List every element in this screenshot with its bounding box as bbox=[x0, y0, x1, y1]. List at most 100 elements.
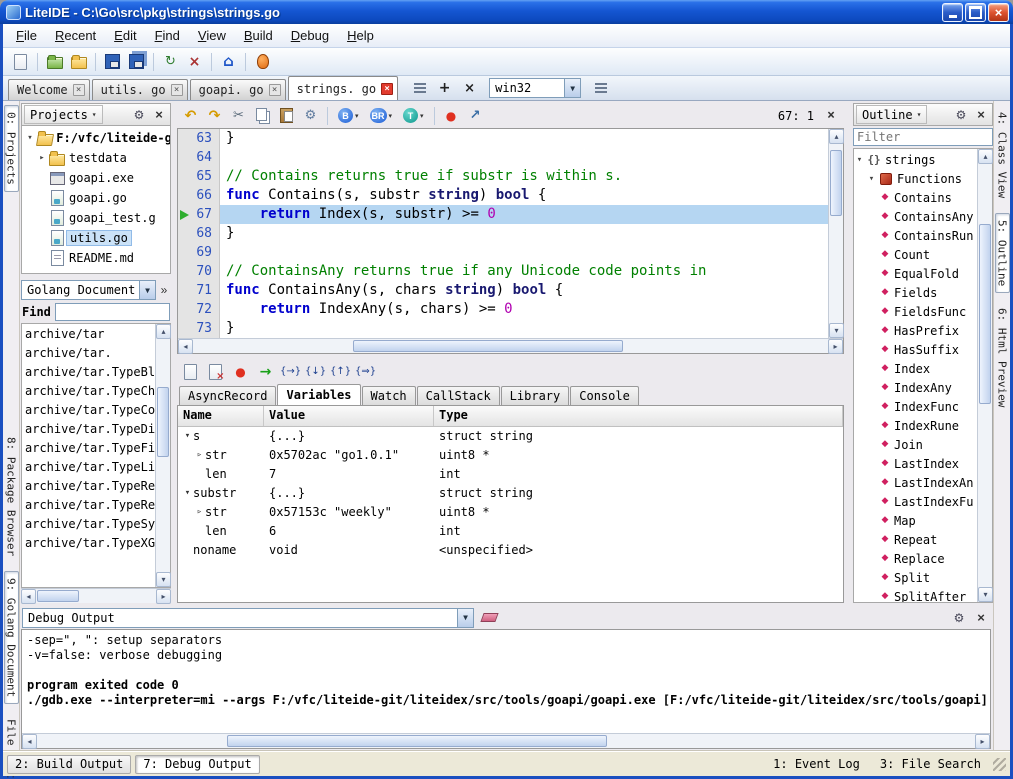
code-editor[interactable]: 63}6465// Contains returns true if subst… bbox=[177, 128, 844, 354]
outline-func-index[interactable]: ◆Index bbox=[854, 359, 977, 378]
doc-list-item[interactable]: archive/tar.TypeBlo bbox=[22, 363, 155, 382]
tab-close-icon[interactable]: × bbox=[171, 84, 183, 96]
tree-item-testdata[interactable]: ▸testdata bbox=[22, 148, 170, 168]
code-line-69[interactable]: 69 bbox=[178, 243, 828, 262]
save-file-button[interactable] bbox=[101, 50, 124, 73]
scrollbar-thumb[interactable] bbox=[353, 340, 623, 352]
outline-func-join[interactable]: ◆Join bbox=[854, 435, 977, 454]
cut-button[interactable]: ✂ bbox=[227, 104, 250, 127]
tree-item-f-vfc-liteide-g[interactable]: ▾F:/vfc/liteide-g bbox=[22, 128, 170, 148]
code-line-71[interactable]: 71func ContainsAny(s, chars string) bool… bbox=[178, 281, 828, 300]
side-tab-0-projects[interactable]: 0: Projects bbox=[4, 105, 19, 192]
outline-func-hasprefix[interactable]: ◆HasPrefix bbox=[854, 321, 977, 340]
doc-list-item[interactable]: archive/tar.TypeXG bbox=[22, 534, 155, 553]
gear-blue-button[interactable]: ⚙ bbox=[299, 104, 322, 127]
combo-arrow-icon[interactable]: ▼ bbox=[564, 79, 580, 97]
tree-expander-icon[interactable]: ▾ bbox=[854, 155, 865, 165]
scroll-down-icon[interactable]: ▾ bbox=[156, 572, 171, 587]
editor-vertical-scrollbar[interactable]: ▴ ▾ bbox=[828, 129, 843, 338]
tab-close-icon[interactable]: × bbox=[381, 83, 393, 95]
debug-tab-console[interactable]: Console bbox=[570, 386, 639, 405]
env-button[interactable] bbox=[589, 77, 612, 100]
variable-row[interactable]: len6int bbox=[178, 522, 843, 541]
maximize-button[interactable] bbox=[965, 3, 986, 22]
tree-expander-icon[interactable]: ▾ bbox=[24, 133, 36, 143]
outline-func-lastindexan[interactable]: ◆LastIndexAn bbox=[854, 473, 977, 492]
outline-func-containsany[interactable]: ◆ContainsAny bbox=[854, 207, 977, 226]
doc-list-item[interactable]: archive/tar.TypeLin bbox=[22, 458, 155, 477]
tree-item-readme-md[interactable]: README.md bbox=[22, 248, 170, 268]
outline-close-icon[interactable] bbox=[972, 106, 990, 124]
step-over-button[interactable]: {→} bbox=[279, 361, 302, 384]
code-area[interactable]: 63}6465// Contains returns true if subst… bbox=[178, 129, 828, 338]
outline-vertical-scrollbar[interactable]: ▴ ▾ bbox=[977, 149, 992, 602]
combo-arrow-icon[interactable]: ▼ bbox=[139, 281, 155, 299]
tree-expander-icon[interactable]: ▹ bbox=[194, 503, 205, 522]
debug-tab-library[interactable]: Library bbox=[501, 386, 570, 405]
file-list-button[interactable] bbox=[408, 77, 431, 100]
doc-list-item[interactable]: archive/tar.TypeFifo bbox=[22, 439, 155, 458]
scroll-down-icon[interactable]: ▾ bbox=[829, 323, 844, 338]
tree-expander-icon[interactable]: ▾ bbox=[182, 427, 193, 446]
paste-button[interactable] bbox=[275, 104, 298, 127]
close-tab-bar-button[interactable]: × bbox=[458, 77, 481, 100]
side-tab-8-package-browser[interactable]: 8: Package Browser bbox=[4, 430, 19, 563]
output-panel-selector[interactable]: Debug Output ▼ bbox=[22, 608, 474, 628]
overflow-chevron-icon[interactable]: » bbox=[158, 283, 170, 297]
doc-find-input[interactable] bbox=[55, 303, 170, 321]
outline-filter-input[interactable] bbox=[853, 128, 993, 146]
side-tab-4-class-view[interactable]: 4: Class View bbox=[995, 105, 1010, 205]
outline-func-lastindexfu[interactable]: ◆LastIndexFu bbox=[854, 492, 977, 511]
menu-edit[interactable]: Edit bbox=[105, 25, 145, 46]
clear-output-button[interactable] bbox=[478, 606, 501, 629]
run-to-button[interactable]: {⇒} bbox=[354, 361, 377, 384]
variable-row[interactable]: ▾s{...}struct string bbox=[178, 427, 843, 446]
tree-expander-icon[interactable]: ▸ bbox=[36, 153, 48, 163]
continue-button[interactable]: → bbox=[254, 361, 277, 384]
tree-expander-icon[interactable]: ▹ bbox=[194, 446, 205, 465]
doc-list-item[interactable]: archive/tar.TypeReg bbox=[22, 496, 155, 515]
close-file-button[interactable]: × bbox=[183, 50, 206, 73]
scroll-left-icon[interactable]: ◂ bbox=[21, 589, 36, 604]
remove-watch-button[interactable] bbox=[204, 361, 227, 384]
variable-row[interactable]: ▹str0x5702ac "go1.0.1"uint8 * bbox=[178, 446, 843, 465]
new-file-button[interactable] bbox=[9, 50, 32, 73]
scroll-right-icon[interactable]: ▸ bbox=[828, 339, 843, 354]
menu-find[interactable]: Find bbox=[146, 25, 189, 46]
outline-func-hassuffix[interactable]: ◆HasSuffix bbox=[854, 340, 977, 359]
tab-close-icon[interactable]: × bbox=[73, 84, 85, 96]
scroll-right-icon[interactable]: ▸ bbox=[975, 734, 990, 749]
outline-func-indexfunc[interactable]: ◆IndexFunc bbox=[854, 397, 977, 416]
output-horizontal-scrollbar[interactable]: ◂ ▸ bbox=[22, 733, 990, 748]
code-line-66[interactable]: 66func Contains(s, substr string) bool { bbox=[178, 186, 828, 205]
tree-expander-icon[interactable]: ▾ bbox=[182, 484, 193, 503]
output-settings-icon[interactable] bbox=[950, 609, 968, 627]
tab-close-icon[interactable]: × bbox=[269, 84, 281, 96]
outline-func-contains[interactable]: ◆Contains bbox=[854, 188, 977, 207]
build-target-combo[interactable]: win32 ▼ bbox=[489, 78, 581, 98]
outline-func-repeat[interactable]: ◆Repeat bbox=[854, 530, 977, 549]
build-b-button[interactable]: B▾ bbox=[333, 105, 364, 126]
build-t-button[interactable]: T▾ bbox=[398, 105, 429, 126]
close-button[interactable]: × bbox=[988, 3, 1009, 22]
scroll-up-icon[interactable]: ▴ bbox=[829, 129, 844, 144]
step-into-button[interactable]: {↓} bbox=[304, 361, 327, 384]
code-line-72[interactable]: 72 return IndexAny(s, chars) >= 0 bbox=[178, 300, 828, 319]
status-2-build-output[interactable]: 2: Build Output bbox=[7, 755, 131, 774]
scroll-down-icon[interactable]: ▾ bbox=[978, 587, 993, 602]
outline-func-split[interactable]: ◆Split bbox=[854, 568, 977, 587]
side-tab-5-outline[interactable]: 5: Outline bbox=[995, 213, 1010, 293]
tab-goapi-go[interactable]: goapi. go× bbox=[190, 79, 286, 100]
tree-item-goapi-exe[interactable]: goapi.exe bbox=[22, 168, 170, 188]
variable-row[interactable]: ▾substr{...}struct string bbox=[178, 484, 843, 503]
menu-view[interactable]: View bbox=[189, 25, 235, 46]
outline-func-replace[interactable]: ◆Replace bbox=[854, 549, 977, 568]
scroll-up-icon[interactable]: ▴ bbox=[156, 324, 171, 339]
scrollbar-thumb[interactable] bbox=[37, 590, 79, 602]
outline-settings-icon[interactable] bbox=[952, 106, 970, 124]
minimize-button[interactable] bbox=[942, 3, 963, 22]
outline-root[interactable]: ▾strings bbox=[854, 150, 977, 169]
code-line-68[interactable]: 68} bbox=[178, 224, 828, 243]
output-close-icon[interactable] bbox=[972, 609, 990, 627]
side-tab-6-html-preview[interactable]: 6: Html Preview bbox=[995, 301, 1010, 414]
